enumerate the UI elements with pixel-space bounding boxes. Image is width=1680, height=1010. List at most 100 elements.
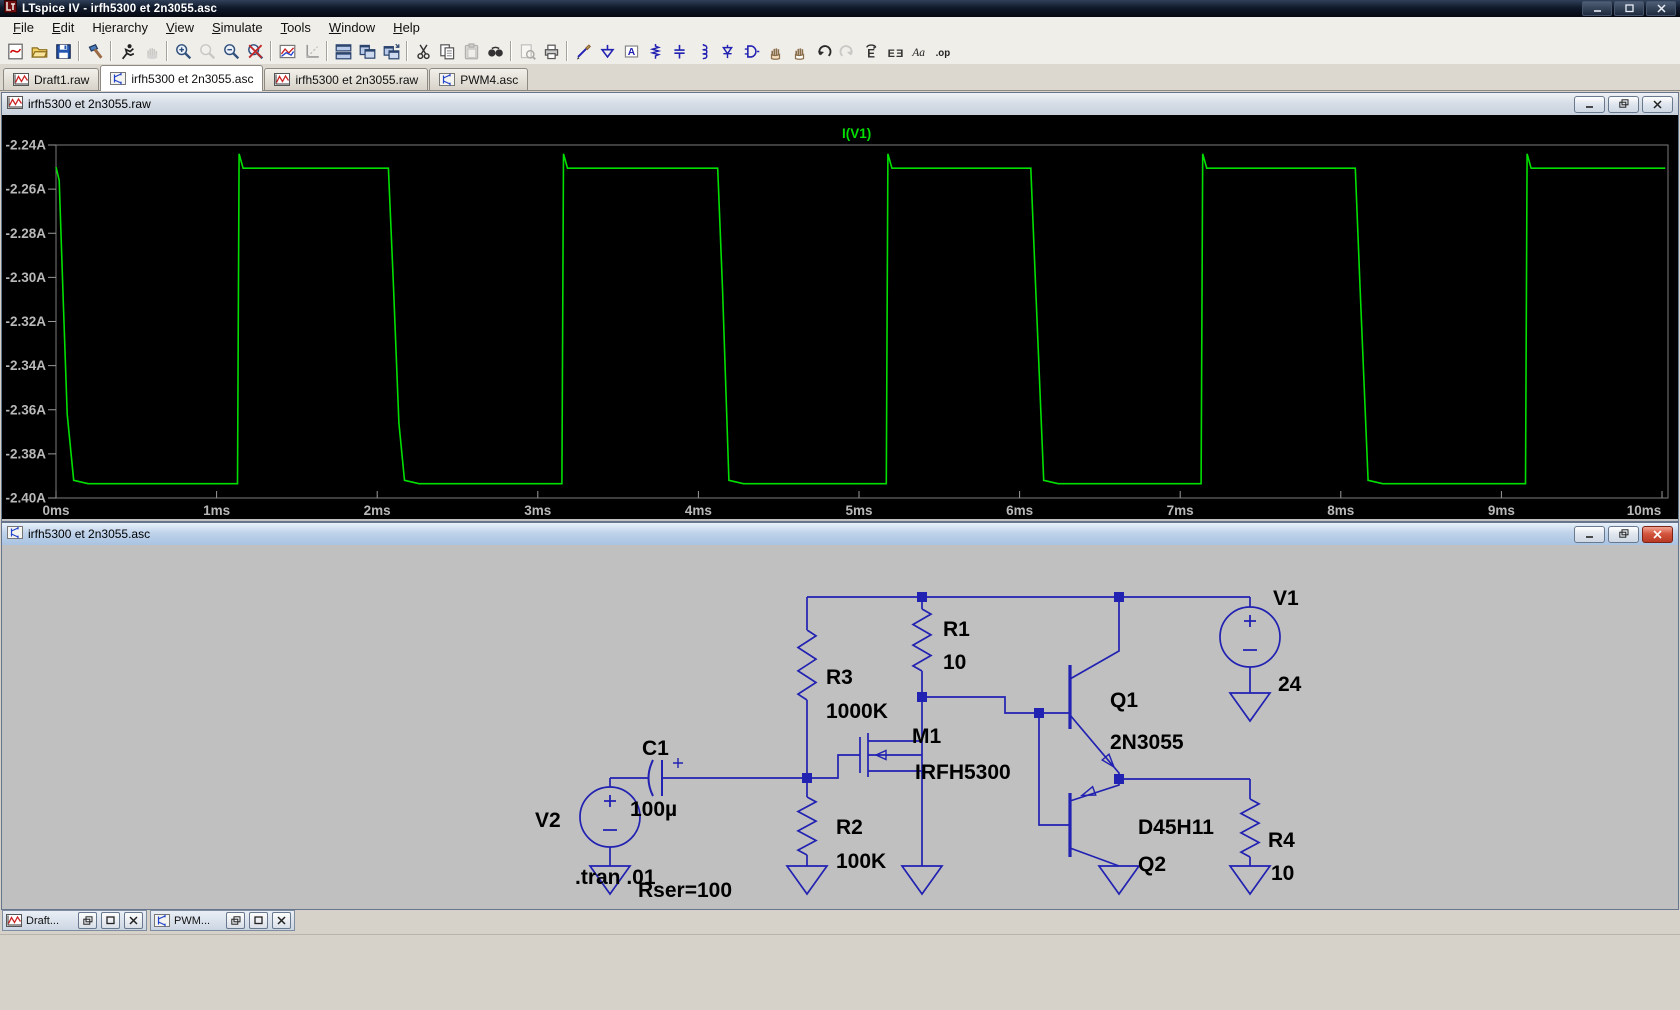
redo-button[interactable]	[835, 40, 859, 62]
cascade-windows-button[interactable]	[379, 40, 403, 62]
y-axis-tick-label: -2.26A	[5, 182, 46, 197]
place-inductor-button[interactable]	[691, 40, 715, 62]
menu-item-window[interactable]: Window	[320, 18, 384, 37]
draw-wire-button[interactable]	[571, 40, 595, 62]
place-text-button[interactable]: Aa	[907, 40, 931, 62]
rotate-button[interactable]: E	[859, 40, 883, 62]
component-ref-R1[interactable]: R1	[943, 618, 970, 641]
control-panel-button[interactable]	[83, 40, 107, 62]
y-axis-tick-label: -2.38A	[5, 446, 46, 461]
component-ref-V2[interactable]: V2	[535, 809, 561, 832]
waveform-restore-button[interactable]	[1608, 95, 1639, 113]
component-value-Q1[interactable]: 2N3055	[1110, 731, 1184, 754]
menu-item-tools[interactable]: Tools	[272, 18, 320, 37]
new-schematic-button[interactable]	[3, 40, 27, 62]
spice-directive-button[interactable]: .op	[931, 40, 955, 62]
plot-settings-button[interactable]	[275, 40, 299, 62]
halt-simulation-button[interactable]	[139, 40, 163, 62]
minimized-restore-button[interactable]	[78, 912, 97, 929]
component-ref-Q2[interactable]: Q2	[1138, 853, 1166, 876]
minimized-maximize-button[interactable]	[249, 912, 268, 929]
app-maximize-button[interactable]	[1614, 1, 1644, 16]
component-value-Q2[interactable]: D45H11	[1138, 816, 1214, 839]
minimized-close-button[interactable]	[272, 912, 291, 929]
minimized-close-button[interactable]	[124, 912, 143, 929]
waveform-minimize-button[interactable]	[1574, 95, 1605, 113]
place-component-button[interactable]	[739, 40, 763, 62]
component-value-R3[interactable]: 1000K	[826, 700, 888, 723]
tab-pwm4-asc[interactable]: PWM4.asc	[429, 68, 529, 90]
component-value-R1[interactable]: 10	[943, 651, 966, 674]
menu-item-simulate[interactable]: Simulate	[203, 18, 272, 37]
x-axis-tick-label: 4ms	[685, 503, 712, 518]
menu-item-view[interactable]: View	[157, 18, 203, 37]
component-ref-C1[interactable]: C1	[642, 737, 669, 760]
place-ground-button[interactable]	[595, 40, 619, 62]
print-preview-button[interactable]	[515, 40, 539, 62]
component-value-R2[interactable]: 100K	[836, 850, 886, 873]
component-value-R4[interactable]: 10	[1271, 862, 1294, 885]
tile-vertical-button[interactable]	[355, 40, 379, 62]
undo-button[interactable]	[811, 40, 835, 62]
component-value-M1[interactable]: IRFH5300	[915, 761, 1011, 784]
tab-draft1-raw[interactable]: Draft1.raw	[3, 68, 100, 90]
component-ref-R4[interactable]: R4	[1268, 829, 1295, 852]
paste-button[interactable]	[459, 40, 483, 62]
component-ref-Q1[interactable]: Q1	[1110, 689, 1138, 712]
component-ref-M1[interactable]: M1	[912, 725, 941, 748]
trace-legend[interactable]: I(V1)	[842, 126, 871, 141]
tab-irfh5300-et-2n3055-asc[interactable]: irfh5300 et 2n3055.asc	[100, 65, 264, 91]
waveform-plot-pane[interactable]: -2.24A -2.26A -2.28A -2.30A -2.32A -2.34A -2.3…	[2, 115, 1678, 519]
menu-item-help[interactable]: Help	[384, 18, 429, 37]
component-value-V1[interactable]: 24	[1278, 673, 1302, 696]
zoom-out-button[interactable]	[219, 40, 243, 62]
waveform-window-titlebar[interactable]: irfh5300 et 2n3055.raw	[2, 93, 1678, 115]
run-simulation-button[interactable]	[115, 40, 139, 62]
minimized-window-pwm[interactable]: PWM...	[150, 910, 295, 931]
mirror-button[interactable]: EE	[883, 40, 907, 62]
schematic-window-title: irfh5300 et 2n3055.asc	[28, 527, 151, 541]
print-button[interactable]	[539, 40, 563, 62]
schematic-minimize-button[interactable]	[1574, 525, 1605, 543]
save-button[interactable]	[51, 40, 75, 62]
minimized-maximize-button[interactable]	[101, 912, 120, 929]
find-button[interactable]	[483, 40, 507, 62]
place-label-button[interactable]: A	[619, 40, 643, 62]
schematic-window-titlebar[interactable]: irfh5300 et 2n3055.asc	[2, 523, 1678, 545]
zoom-previous-button[interactable]	[195, 40, 219, 62]
svg-text:A: A	[627, 47, 635, 58]
place-diode-icon	[721, 44, 733, 58]
component-value-C1[interactable]: 100µ	[630, 798, 677, 821]
move-button[interactable]	[763, 40, 787, 62]
place-capacitor-button[interactable]	[667, 40, 691, 62]
component-ref-R2[interactable]: R2	[836, 816, 863, 839]
tile-horizontal-button[interactable]	[331, 40, 355, 62]
menu-item-hierarchy[interactable]: Hierarchy	[83, 18, 157, 37]
autorange-y-button[interactable]	[299, 40, 323, 62]
app-close-button[interactable]	[1646, 1, 1676, 16]
component-ref-R3[interactable]: R3	[826, 666, 853, 689]
tab-irfh5300-et-2n3055-raw[interactable]: irfh5300 et 2n3055.raw	[264, 68, 429, 90]
place-label-icon: A	[624, 44, 638, 58]
zoom-full-extents-button[interactable]	[243, 40, 267, 62]
open-file-button[interactable]	[27, 40, 51, 62]
place-resistor-button[interactable]	[643, 40, 667, 62]
menu-item-file[interactable]: File	[4, 18, 43, 37]
menu-item-edit[interactable]: Edit	[43, 18, 83, 37]
copy-button[interactable]	[435, 40, 459, 62]
schematic-canvas[interactable]: V1 24 V2 C1 100µ R1 10 R2 100K R3 1000K R4 10 M1 IRFH5…	[2, 545, 1676, 907]
place-inductor-icon	[701, 43, 708, 59]
place-diode-button[interactable]	[715, 40, 739, 62]
component-ref-V1[interactable]: V1	[1273, 587, 1299, 610]
cut-button[interactable]	[411, 40, 435, 62]
spice-directive-text-1[interactable]: Rser=100	[638, 879, 732, 902]
schematic-restore-button[interactable]	[1608, 525, 1639, 543]
drag-button[interactable]	[787, 40, 811, 62]
schematic-close-button[interactable]	[1642, 525, 1673, 543]
waveform-close-button[interactable]	[1642, 95, 1673, 113]
app-minimize-button[interactable]	[1582, 1, 1612, 16]
zoom-in-button[interactable]	[171, 40, 195, 62]
minimized-restore-button[interactable]	[226, 912, 245, 929]
waveform-plot[interactable]: -2.24A -2.26A -2.28A -2.30A -2.32A -2.34A -2.3…	[2, 115, 1676, 519]
minimized-window-draft[interactable]: Draft...	[2, 910, 147, 931]
